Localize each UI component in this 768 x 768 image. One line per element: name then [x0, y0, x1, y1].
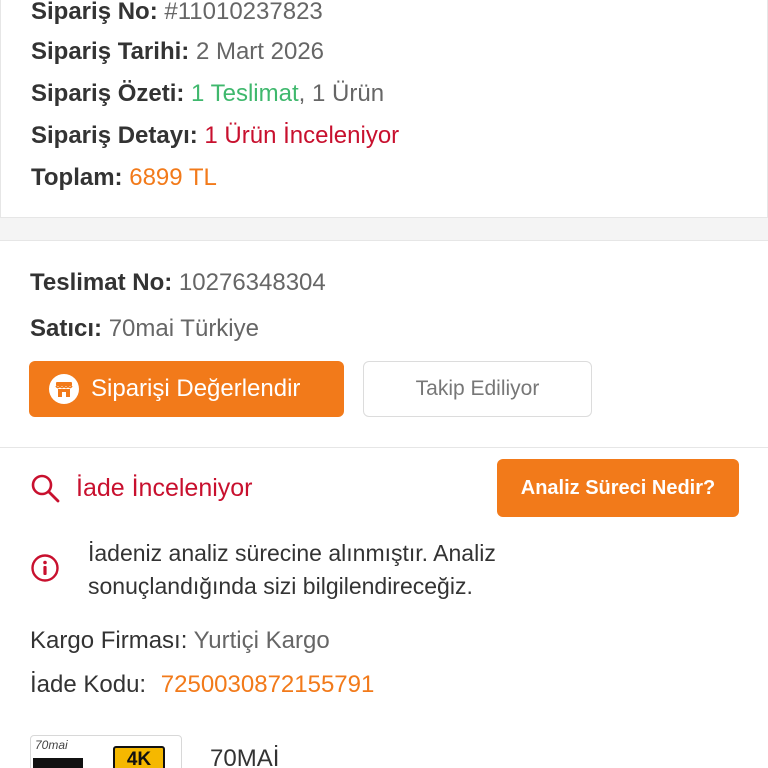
return-code-value[interactable]: 7250030872155791	[161, 671, 375, 698]
product-name[interactable]: 70MAİ	[210, 745, 279, 768]
thumbnail-graphic	[33, 758, 83, 768]
order-number-value: #11010237823	[164, 0, 323, 25]
tracking-button[interactable]: Takip Ediliyor	[363, 361, 592, 417]
order-summary-items: 1 Ürün	[312, 80, 385, 107]
thumbnail-brand: 70mai	[35, 738, 68, 752]
section-divider	[0, 447, 768, 448]
order-detail-value: 1 Ürün İnceleniyor	[204, 122, 400, 149]
delivery-card: Teslimat No: 10276348304 Satıcı: 70mai T…	[0, 240, 768, 768]
order-summary-row: Sipariş Özeti: 1 Teslimat, 1 Ürün	[31, 80, 384, 108]
order-detail-label: Sipariş Detayı:	[31, 122, 198, 149]
order-date-value: 2 Mart 2026	[195, 38, 325, 65]
order-total-value: 6899 TL	[129, 164, 217, 191]
cargo-label: Kargo Firması:	[30, 627, 188, 654]
seller-row: Satıcı: 70mai Türkiye	[30, 315, 259, 343]
order-number-label: Sipariş No:	[31, 0, 158, 25]
return-info-text: İadeniz analiz sürecine alınmıştır. Anal…	[88, 540, 496, 599]
cargo-value: Yurtiçi Kargo	[193, 627, 330, 654]
order-date-row: Sipariş Tarihi: 2 Mart 2026	[31, 38, 324, 66]
seller-value[interactable]: 70mai Türkiye	[109, 315, 259, 342]
return-status-label: İade İnceleniyor	[76, 473, 253, 502]
delivery-number-label: Teslimat No:	[30, 269, 173, 296]
analysis-info-button[interactable]: Analiz Süreci Nedir?	[497, 459, 739, 517]
order-detail-page: Sipariş No: #11010237823 Sipariş Tarihi:…	[0, 0, 768, 768]
order-date-label: Sipariş Tarihi:	[31, 38, 190, 65]
cargo-row: Kargo Firması: Yurtiçi Kargo	[30, 627, 330, 655]
order-summary-separator: ,	[298, 80, 306, 107]
order-summary-label: Sipariş Özeti:	[31, 80, 185, 107]
rate-order-button[interactable]: Siparişi Değerlendir	[29, 361, 344, 417]
thumbnail-4k-badge: 4K	[113, 746, 165, 768]
seller-label: Satıcı:	[30, 315, 103, 342]
tracking-label: Takip Ediliyor	[415, 377, 540, 400]
info-icon	[31, 554, 59, 582]
shop-icon	[49, 374, 79, 404]
rate-order-label: Siparişi Değerlendir	[91, 375, 301, 402]
order-number-row: Sipariş No: #11010237823	[31, 0, 323, 26]
delivery-number-value: 10276348304	[178, 269, 326, 296]
return-code-label: İade Kodu:	[30, 671, 147, 698]
search-icon	[31, 474, 60, 503]
return-status: İade İnceleniyor	[30, 473, 253, 503]
order-total-label: Toplam:	[31, 164, 123, 191]
product-thumbnail[interactable]: 70mai 4K	[30, 735, 182, 768]
order-summary-card: Sipariş No: #11010237823 Sipariş Tarihi:…	[0, 0, 768, 218]
analysis-info-label: Analiz Süreci Nedir?	[520, 476, 716, 499]
delivery-number-row: Teslimat No: 10276348304	[30, 269, 326, 297]
order-detail-row: Sipariş Detayı: 1 Ürün İnceleniyor	[31, 122, 399, 150]
order-total-row: Toplam: 6899 TL	[31, 164, 217, 192]
order-summary-delivery: 1 Teslimat	[191, 80, 299, 107]
return-code-row: İade Kodu: 7250030872155791	[30, 671, 374, 699]
